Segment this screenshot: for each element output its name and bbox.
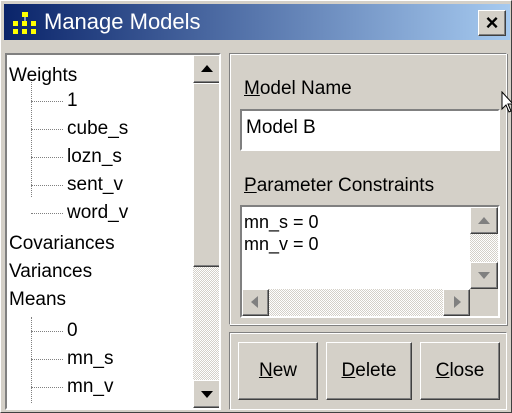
title-bar[interactable]: Manage Models × <box>4 4 510 40</box>
tree-leaf[interactable]: word_v <box>67 202 128 224</box>
scroll-left-button[interactable] <box>242 289 269 316</box>
scrollbar-corner <box>470 289 498 316</box>
constraints-vertical-scrollbar[interactable] <box>470 207 498 289</box>
scroll-right-button[interactable] <box>443 289 470 316</box>
window-title: Manage Models <box>44 9 201 34</box>
action-button-panel: New Delete Close <box>229 332 507 410</box>
manage-models-dialog: Manage Models × Weights 1 cube_s lozn_s … <box>0 0 512 413</box>
close-button[interactable]: Close <box>420 342 500 400</box>
model-tree[interactable]: Weights 1 cube_s lozn_s sent_v word_v Co… <box>5 53 221 410</box>
scroll-up-button[interactable] <box>193 55 219 83</box>
constraint-line: mn_s = 0 <box>244 212 319 232</box>
tree-leaf[interactable]: lozn_s <box>67 146 122 168</box>
tree-leaf[interactable]: 1 <box>67 90 78 112</box>
model-name-label: Model Name <box>244 78 352 99</box>
model-name-input[interactable]: Model B <box>240 109 500 151</box>
parameter-constraints-textarea[interactable]: mn_s = 0 mn_v = 0 <box>240 205 500 318</box>
arrow-up-icon <box>201 65 213 72</box>
tree-node-variances[interactable]: Variances <box>9 261 92 283</box>
parameter-constraints-label: Parameter Constraints <box>244 175 435 196</box>
tree-leaf[interactable]: sent_v <box>67 174 123 196</box>
mouse-pointer-icon <box>501 91 512 113</box>
new-button[interactable]: New <box>238 342 318 400</box>
tree-node-means[interactable]: Means <box>9 289 66 311</box>
scroll-thumb[interactable] <box>193 83 219 267</box>
arrow-down-icon <box>201 391 213 398</box>
network-diagram-icon <box>13 12 36 34</box>
tree-vertical-scrollbar[interactable] <box>193 55 219 408</box>
close-window-button[interactable]: × <box>478 10 506 36</box>
arrow-up-icon <box>478 217 490 224</box>
constraints-horizontal-scrollbar[interactable] <box>242 289 470 316</box>
tree-leaf[interactable]: mn_s <box>67 348 113 370</box>
constraint-line: mn_v = 0 <box>244 234 319 254</box>
tree-node-weights[interactable]: Weights <box>9 65 77 87</box>
arrow-down-icon <box>478 272 490 279</box>
arrow-left-icon <box>251 296 258 308</box>
tree-leaf[interactable]: cube_s <box>67 118 128 140</box>
scroll-up-button[interactable] <box>470 207 498 234</box>
close-icon: × <box>485 10 499 35</box>
tree-leaf[interactable]: 0 <box>67 320 78 342</box>
scroll-down-button[interactable] <box>193 380 219 408</box>
delete-button[interactable]: Delete <box>326 342 412 400</box>
arrow-right-icon <box>454 296 461 308</box>
scroll-down-button[interactable] <box>470 262 498 289</box>
tree-leaf[interactable]: mn_v <box>67 376 113 398</box>
model-details-panel: Model Name Model B Parameter Constraints… <box>229 53 507 325</box>
tree-node-covariances[interactable]: Covariances <box>9 233 115 255</box>
